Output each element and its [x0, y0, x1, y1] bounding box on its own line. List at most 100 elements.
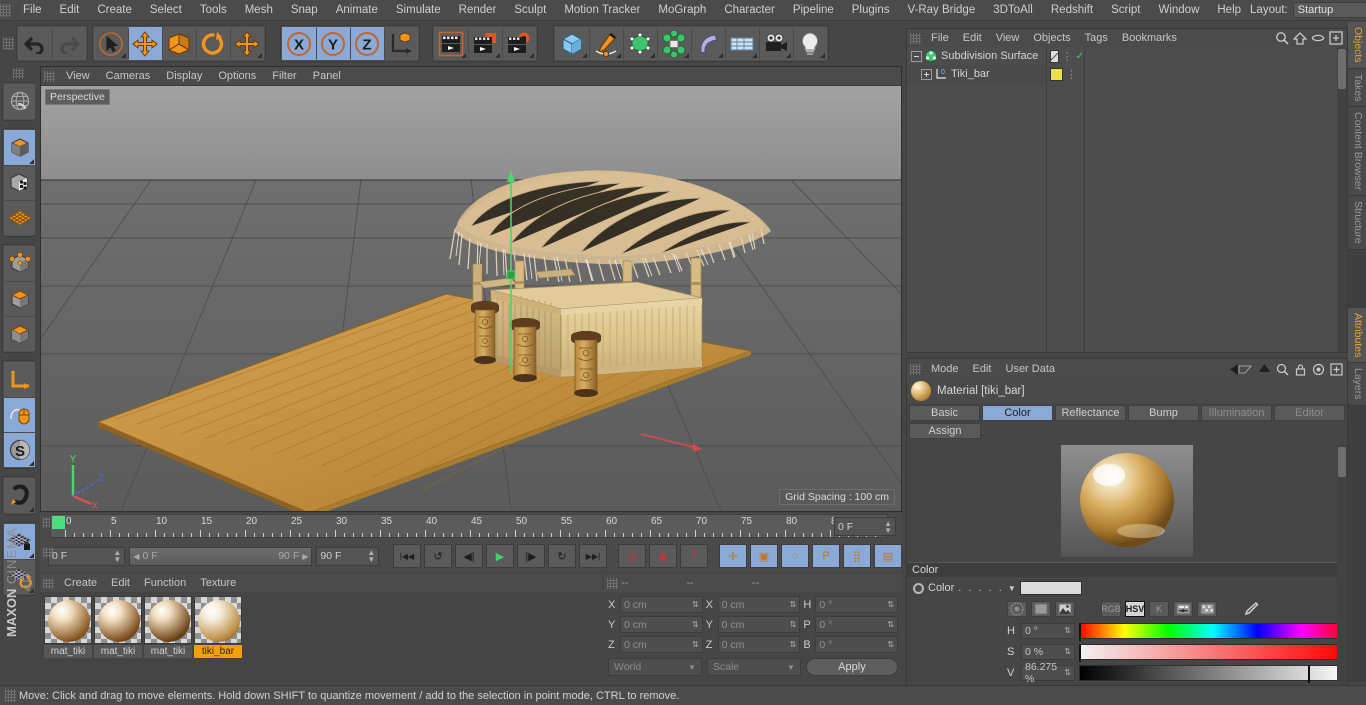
- color-image-icon-button[interactable]: [1055, 601, 1075, 617]
- object-tags-column[interactable]: ⋮ ✓ ⋮: [1047, 47, 1085, 352]
- menu-item-snap[interactable]: Snap: [282, 0, 327, 21]
- right-dock-tabs[interactable]: Objects Takes Content Browser Structure Attr…: [1348, 22, 1366, 682]
- light-object-button[interactable]: [793, 27, 827, 60]
- search-icon[interactable]: [1275, 31, 1289, 45]
- material-swatch[interactable]: [94, 596, 142, 644]
- render-view-button[interactable]: [434, 27, 468, 60]
- viewport-mouse-nav-button[interactable]: [4, 397, 35, 432]
- spinner-icon[interactable]: ⇅: [692, 601, 699, 609]
- spinner-icon[interactable]: ⇅: [790, 641, 797, 649]
- scale-tool-button[interactable]: [162, 27, 196, 60]
- material-menu-function[interactable]: Function: [137, 574, 193, 592]
- apply-button[interactable]: Apply: [805, 658, 898, 676]
- object-tag-swatch[interactable]: [1050, 49, 1059, 63]
- render-settings-button[interactable]: [502, 27, 536, 60]
- polygons-mode-button[interactable]: [4, 316, 35, 351]
- spinner-icon[interactable]: ▲ ▼: [367, 549, 375, 564]
- hsv-slider-s[interactable]: [1079, 643, 1347, 662]
- scrollbar-thumb[interactable]: [1338, 447, 1346, 477]
- spinner-icon[interactable]: ⇅: [1064, 627, 1071, 635]
- attributes-tab-bar[interactable]: Basic Color Reflectance Bump Illumination Edi…: [907, 403, 1347, 421]
- tab-reflectance[interactable]: Reflectance: [1055, 405, 1126, 421]
- deformer-array-button[interactable]: [657, 27, 691, 60]
- axis-x-button[interactable]: X: [282, 27, 316, 60]
- range-left-arrow-icon[interactable]: ◀: [133, 552, 139, 561]
- tab-color[interactable]: Color: [982, 405, 1053, 421]
- menu-item-file[interactable]: File: [14, 0, 51, 21]
- material-menu-create[interactable]: Create: [57, 574, 104, 592]
- hsv-slider-h[interactable]: [1079, 622, 1347, 641]
- menu-item-mograph[interactable]: MoGraph: [649, 0, 715, 21]
- transport-loop-forward[interactable]: ↻: [548, 544, 576, 568]
- material-swatch[interactable]: [144, 596, 192, 644]
- home-icon[interactable]: [1293, 31, 1307, 45]
- menu-item-tools[interactable]: Tools: [191, 0, 236, 21]
- coord-input-size-y[interactable]: 0 cm ⇅: [717, 616, 801, 633]
- tab-basic[interactable]: Basic: [909, 405, 980, 421]
- coord-input-size-z[interactable]: 0 cm ⇅: [717, 636, 801, 653]
- transport-go-to-end[interactable]: ▶▶|: [579, 544, 607, 568]
- attributes-menu-user-data[interactable]: User Data: [999, 359, 1063, 379]
- toolbar-grip-handle[interactable]: [3, 37, 14, 50]
- tab-illumination[interactable]: Illumination: [1201, 405, 1272, 421]
- transport-key-parameter[interactable]: P: [812, 544, 840, 568]
- chevron-down-icon[interactable]: ▼: [1008, 584, 1016, 593]
- material-grip-handle[interactable]: [43, 577, 54, 589]
- transport-go-to-start[interactable]: |◀◀: [393, 544, 421, 568]
- transport-key-position[interactable]: ✛: [719, 544, 747, 568]
- menu-item-3dtoall[interactable]: 3DToAll: [984, 0, 1042, 21]
- object-axis-button[interactable]: [4, 362, 35, 397]
- lock-icon[interactable]: [1294, 363, 1307, 376]
- object-tag-swatch[interactable]: [1050, 67, 1063, 81]
- object-tag-row[interactable]: ⋮: [1047, 65, 1084, 83]
- range-right-arrow-icon[interactable]: ▶: [302, 552, 308, 561]
- frame-range-slider[interactable]: ◀ 0 F 90 F ▶: [129, 546, 313, 566]
- spinner-icon[interactable]: ⇅: [887, 601, 894, 609]
- undo-button[interactable]: [18, 27, 52, 60]
- menu-item-motion-tracker[interactable]: Motion Tracker: [555, 0, 649, 21]
- texture-mode-button[interactable]: [4, 165, 35, 200]
- points-mode-button[interactable]: [4, 246, 35, 281]
- menu-item-animate[interactable]: Animate: [327, 0, 387, 21]
- primitive-cube-button[interactable]: [555, 27, 589, 60]
- model-mode-button[interactable]: [4, 130, 35, 165]
- viewport-3d-canvas[interactable]: Perspective Y X Z Grid Spacing: 100 cm: [41, 86, 901, 511]
- material-item[interactable]: tiki_bar: [194, 596, 242, 682]
- viewport-menu-options[interactable]: Options: [210, 67, 264, 86]
- current-frame-input[interactable]: 0 F ▲ ▼: [48, 546, 126, 566]
- object-row[interactable]: Subdivision Surface: [907, 47, 1046, 65]
- redo-button[interactable]: [52, 27, 86, 60]
- hsv-slider-knob[interactable]: [1079, 622, 1081, 641]
- hsv-slider-v[interactable]: [1079, 664, 1347, 683]
- eyedropper-icon-button[interactable]: [1241, 601, 1261, 617]
- timeline-frame-field-right[interactable]: 0 F ▲ ▼: [834, 517, 896, 536]
- spinner-icon[interactable]: ⇅: [790, 601, 797, 609]
- edges-mode-button[interactable]: [4, 281, 35, 316]
- object-menu-file[interactable]: File: [924, 29, 956, 47]
- object-manager-grip-handle[interactable]: [910, 32, 921, 44]
- menu-item-simulate[interactable]: Simulate: [387, 0, 450, 21]
- up-level-icon[interactable]: [1258, 363, 1271, 376]
- object-enabled-check-icon[interactable]: ✓: [1076, 51, 1084, 62]
- transform-tool-button[interactable]: [230, 27, 264, 60]
- menu-item-redshift[interactable]: Redshift: [1042, 0, 1102, 21]
- tag-dots-icon[interactable]: ⋮: [1062, 50, 1073, 63]
- viewport-menu-display[interactable]: Display: [158, 67, 210, 86]
- transport-key-point-level[interactable]: ⣿: [843, 544, 871, 568]
- axis-z-button[interactable]: Z: [350, 27, 384, 60]
- menu-item-v-ray-bridge[interactable]: V-Ray Bridge: [898, 0, 984, 21]
- color-gradient-icon-button[interactable]: [1031, 601, 1051, 617]
- coordinate-space-dropdown[interactable]: World ▼: [608, 658, 702, 676]
- world-object-axis-button[interactable]: [384, 27, 418, 60]
- hsv-input-s[interactable]: 0 % ⇅: [1021, 643, 1075, 660]
- coord-input-position-y[interactable]: 0 cm ⇅: [620, 616, 703, 633]
- snap-toggle-button[interactable]: S: [4, 432, 35, 467]
- color-swatch[interactable]: [1019, 581, 1082, 595]
- menu-item-render[interactable]: Render: [450, 0, 506, 21]
- kelvin-mode-button[interactable]: K: [1149, 601, 1169, 617]
- right-tab-structure[interactable]: Structure: [1348, 196, 1366, 250]
- object-manager-scrollbar[interactable]: [1337, 47, 1347, 352]
- hsv-input-v[interactable]: 86.275 % ⇅: [1021, 661, 1075, 685]
- spinner-icon[interactable]: ▲ ▼: [113, 549, 121, 564]
- move-tool-button[interactable]: [128, 27, 162, 60]
